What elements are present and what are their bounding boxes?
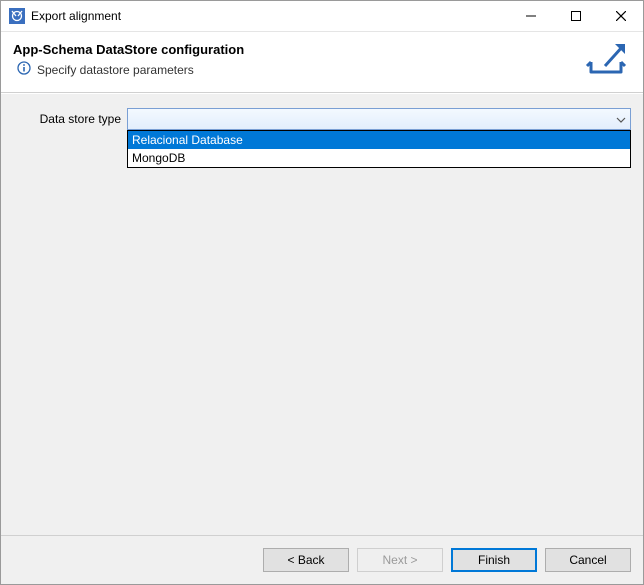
wizard-content: Data store type Relacional Database Mong… (1, 93, 643, 535)
chevron-down-icon (616, 112, 626, 126)
titlebar: Export alignment (1, 1, 643, 32)
cancel-button[interactable]: Cancel (545, 548, 631, 572)
info-icon (17, 61, 31, 78)
minimize-button[interactable] (508, 1, 553, 31)
export-alignment-dialog: Export alignment App-Schema DataStore co… (0, 0, 644, 585)
data-store-type-row: Data store type Relacional Database Mong… (13, 108, 631, 130)
next-button[interactable]: Next > (357, 548, 443, 572)
data-store-type-field-wrap: Relacional Database MongoDB (127, 108, 631, 130)
finish-button[interactable]: Finish (451, 548, 537, 572)
wizard-banner: App-Schema DataStore configuration Speci… (1, 32, 643, 93)
close-button[interactable] (598, 1, 643, 31)
window-controls (508, 1, 643, 31)
wizard-footer: < Back Next > Finish Cancel (1, 535, 643, 584)
maximize-button[interactable] (553, 1, 598, 31)
app-icon (9, 8, 25, 24)
page-subtitle: Specify datastore parameters (37, 63, 194, 77)
data-store-type-label: Data store type (13, 112, 127, 126)
option-mongodb[interactable]: MongoDB (128, 149, 630, 167)
page-subtitle-row: Specify datastore parameters (17, 61, 631, 78)
back-button[interactable]: < Back (263, 548, 349, 572)
export-icon (585, 38, 633, 85)
page-title: App-Schema DataStore configuration (13, 42, 631, 57)
option-relational-database[interactable]: Relacional Database (128, 131, 630, 149)
data-store-type-dropdown: Relacional Database MongoDB (127, 130, 631, 168)
data-store-type-combo[interactable] (127, 108, 631, 130)
window-title: Export alignment (31, 9, 508, 23)
